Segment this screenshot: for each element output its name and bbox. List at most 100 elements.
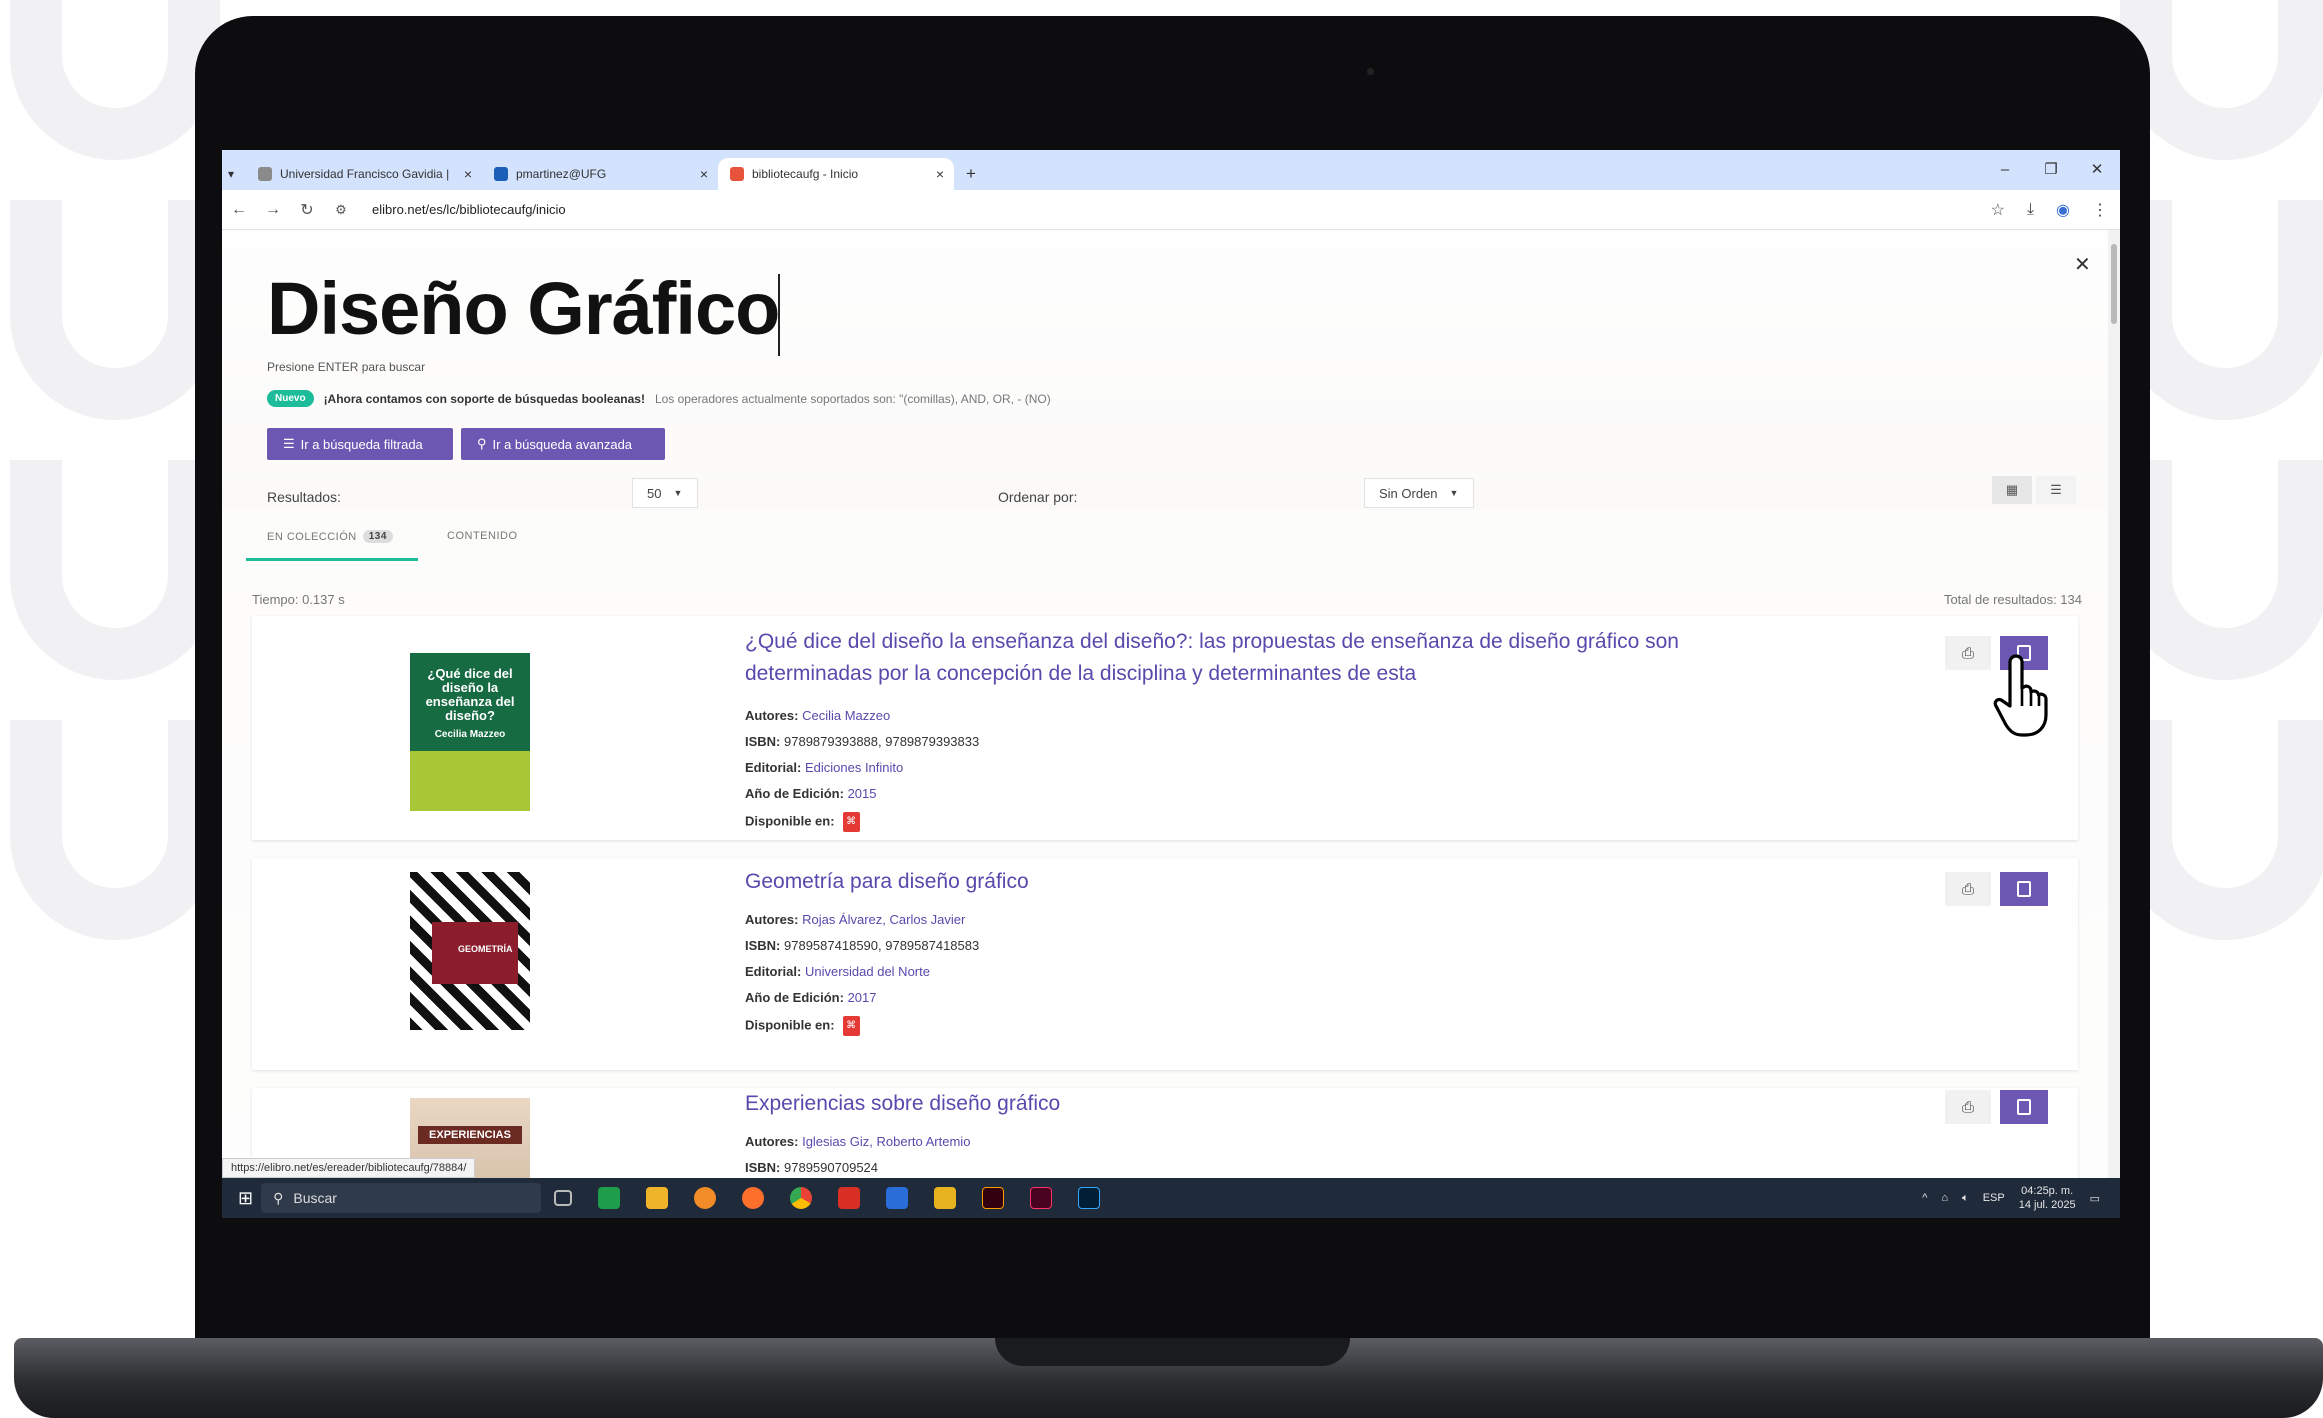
filtered-search-button[interactable]: ☰ Ir a búsqueda filtrada <box>267 428 453 460</box>
laptop-camera <box>1367 68 1374 75</box>
app-blue-icon[interactable] <box>886 1187 909 1209</box>
maximize-icon[interactable]: ❐ <box>2028 150 2074 190</box>
isbn-value: 9789590709524 <box>784 1160 879 1175</box>
order-value: Sin Orden <box>1379 485 1438 501</box>
tab-search-icon[interactable]: ▾ <box>222 158 246 190</box>
book-icon <box>2017 1099 2031 1115</box>
app-green-icon[interactable] <box>598 1187 621 1209</box>
network-icon[interactable]: ⌂ <box>1941 1192 1948 1204</box>
clock[interactable]: 04:25p. m. 14 jul. 2025 <box>2019 1184 2076 1212</box>
profile-icon[interactable]: ◉ <box>2056 200 2070 220</box>
background-u-shape <box>10 0 220 160</box>
pdf-icon[interactable]: ⌘ <box>842 1016 860 1036</box>
background-u-shape <box>10 720 220 940</box>
tray-chevron-icon[interactable]: ^ <box>1922 1192 1927 1204</box>
total-results: Total de resultados: 134 <box>1943 592 2082 607</box>
browser-tab-bar: ▾ Universidad Francisco Gavidia | × pmar… <box>222 150 2120 190</box>
search-hint: Presione ENTER para buscar <box>267 360 426 374</box>
volume-icon[interactable]: 🔈︎ <box>1962 1192 1969 1205</box>
year-link[interactable]: 2015 <box>848 786 877 801</box>
result-year: Año de Edición: 2017 <box>745 990 877 1005</box>
download-icon[interactable]: ⤓ <box>2027 201 2034 219</box>
isbn-label: ISBN: <box>745 938 781 953</box>
menu-icon[interactable]: ⋮ <box>2092 200 2108 220</box>
read-book-button[interactable] <box>2000 872 2048 906</box>
scrollbar-thumb[interactable] <box>2111 244 2117 324</box>
tab-collection[interactable]: EN COLECCIÓN 134 <box>267 530 393 543</box>
elibro-icon <box>730 167 744 181</box>
status-url: https://elibro.net/es/ereader/biblioteca… <box>222 1158 476 1178</box>
address-bar: ← → ↻ ⚙ elibro.net/es/lc/bibliotecaufg/i… <box>222 190 2120 230</box>
close-icon[interactable]: × <box>936 166 944 182</box>
indesign-icon[interactable] <box>1030 1187 1053 1209</box>
hand-cursor-icon <box>1993 654 2048 737</box>
tab-outlook[interactable]: pmartinez@UFG × <box>482 158 718 190</box>
publisher-link[interactable]: Ediciones Infinito <box>805 760 903 775</box>
pdf-icon[interactable]: ⌘ <box>842 812 860 832</box>
grid-view-icon[interactable]: ▦ <box>1992 476 2032 504</box>
site-info-icon[interactable]: ⚙ <box>324 202 358 218</box>
order-select[interactable]: Sin Orden ▼ <box>1364 478 1474 508</box>
authors-label: Autores: <box>745 912 799 927</box>
save-icon[interactable]: ⎙ <box>1945 1090 1991 1124</box>
url-field[interactable]: elibro.net/es/lc/bibliotecaufg/inicio <box>372 202 566 217</box>
advanced-search-button[interactable]: ⚲ Ir a búsqueda avanzada <box>461 428 665 460</box>
chrome-icon[interactable] <box>790 1187 813 1209</box>
photoshop-icon[interactable] <box>1078 1187 1101 1209</box>
notifications-icon[interactable]: ▭ <box>2090 1192 2100 1205</box>
acrobat-icon[interactable] <box>838 1187 861 1209</box>
illustrator-icon[interactable] <box>982 1187 1005 1209</box>
back-icon[interactable]: ← <box>222 201 256 219</box>
publisher-link[interactable]: Universidad del Norte <box>805 964 930 979</box>
window-controls: – ❐ ✕ <box>1982 150 2120 190</box>
book-cover[interactable]: GEOMETRÍA <box>410 872 530 1030</box>
save-icon[interactable]: ⎙ <box>1945 872 1991 906</box>
tab-label: Universidad Francisco Gavidia | <box>280 167 450 181</box>
clock-time: 04:25p. m. <box>2021 1185 2074 1197</box>
task-view-icon[interactable] <box>554 1190 573 1206</box>
browser-actions: ☆ ⤓ ◉ ⋮ <box>1991 190 2108 230</box>
dropdown-caret-icon: ▼ <box>673 488 683 498</box>
book-cover[interactable]: ¿Qué dice del diseño la enseñanza del di… <box>410 653 530 811</box>
app-yellow-icon[interactable] <box>934 1187 957 1209</box>
authors-link[interactable]: Iglesias Giz, Roberto Artemio <box>802 1134 970 1149</box>
forward-icon[interactable]: → <box>256 201 290 219</box>
windows-start-icon[interactable]: ⊞ <box>238 1188 253 1209</box>
close-icon[interactable]: × <box>464 166 472 182</box>
authors-link[interactable]: Rojas Álvarez, Carlos Javier <box>802 912 965 927</box>
search-input[interactable]: Diseño Gráfico <box>267 266 780 351</box>
search-icon: ⚲ <box>477 436 487 451</box>
result-year: Año de Edición: 2015 <box>745 786 877 801</box>
tab-content[interactable]: CONTENIDO <box>447 530 518 542</box>
tab-collection-label: EN COLECCIÓN <box>267 530 357 543</box>
read-book-button[interactable] <box>2000 1090 2048 1124</box>
result-title-link[interactable]: ¿Qué dice del diseño la enseñanza del di… <box>745 626 1725 690</box>
close-icon[interactable]: × <box>700 166 708 182</box>
language-indicator[interactable]: ESP <box>1983 1192 2005 1204</box>
list-view-icon[interactable]: ☰ <box>2036 476 2076 504</box>
close-window-icon[interactable]: ✕ <box>2074 150 2120 190</box>
tab-universidad[interactable]: Universidad Francisco Gavidia | × <box>246 158 482 190</box>
app-orange-icon[interactable] <box>694 1187 717 1209</box>
result-card: ¿Qué dice del diseño la enseñanza del di… <box>252 616 2078 840</box>
authors-link[interactable]: Cecilia Mazzeo <box>802 708 890 723</box>
save-icon[interactable]: ⎙ <box>1945 636 1991 670</box>
tab-biblioteca[interactable]: bibliotecaufg - Inicio × <box>718 158 954 190</box>
taskbar-search[interactable]: ⚲ Buscar <box>261 1183 542 1213</box>
results-per-page-select[interactable]: 50 ▼ <box>632 478 698 508</box>
background-u-shape <box>2120 200 2323 420</box>
page-scrollbar[interactable] <box>2108 230 2120 1178</box>
new-tab-button[interactable]: + <box>954 158 988 190</box>
minimize-icon[interactable]: – <box>1982 150 2028 190</box>
result-authors: Autores: Iglesias Giz, Roberto Artemio <box>745 1134 970 1149</box>
close-search-icon[interactable]: ✕ <box>2074 252 2091 277</box>
year-link[interactable]: 2017 <box>848 990 877 1005</box>
results-label: Resultados: <box>267 489 341 505</box>
bookmark-star-icon[interactable]: ☆ <box>1991 200 2005 220</box>
result-title-link[interactable]: Experiencias sobre diseño gráfico <box>745 1088 1725 1120</box>
reload-icon[interactable]: ↻ <box>290 200 324 220</box>
dropdown-caret-icon: ▼ <box>1449 488 1459 498</box>
firefox-icon[interactable] <box>742 1187 765 1209</box>
result-title-link[interactable]: Geometría para diseño gráfico <box>745 866 1725 898</box>
file-explorer-icon[interactable] <box>646 1187 669 1209</box>
